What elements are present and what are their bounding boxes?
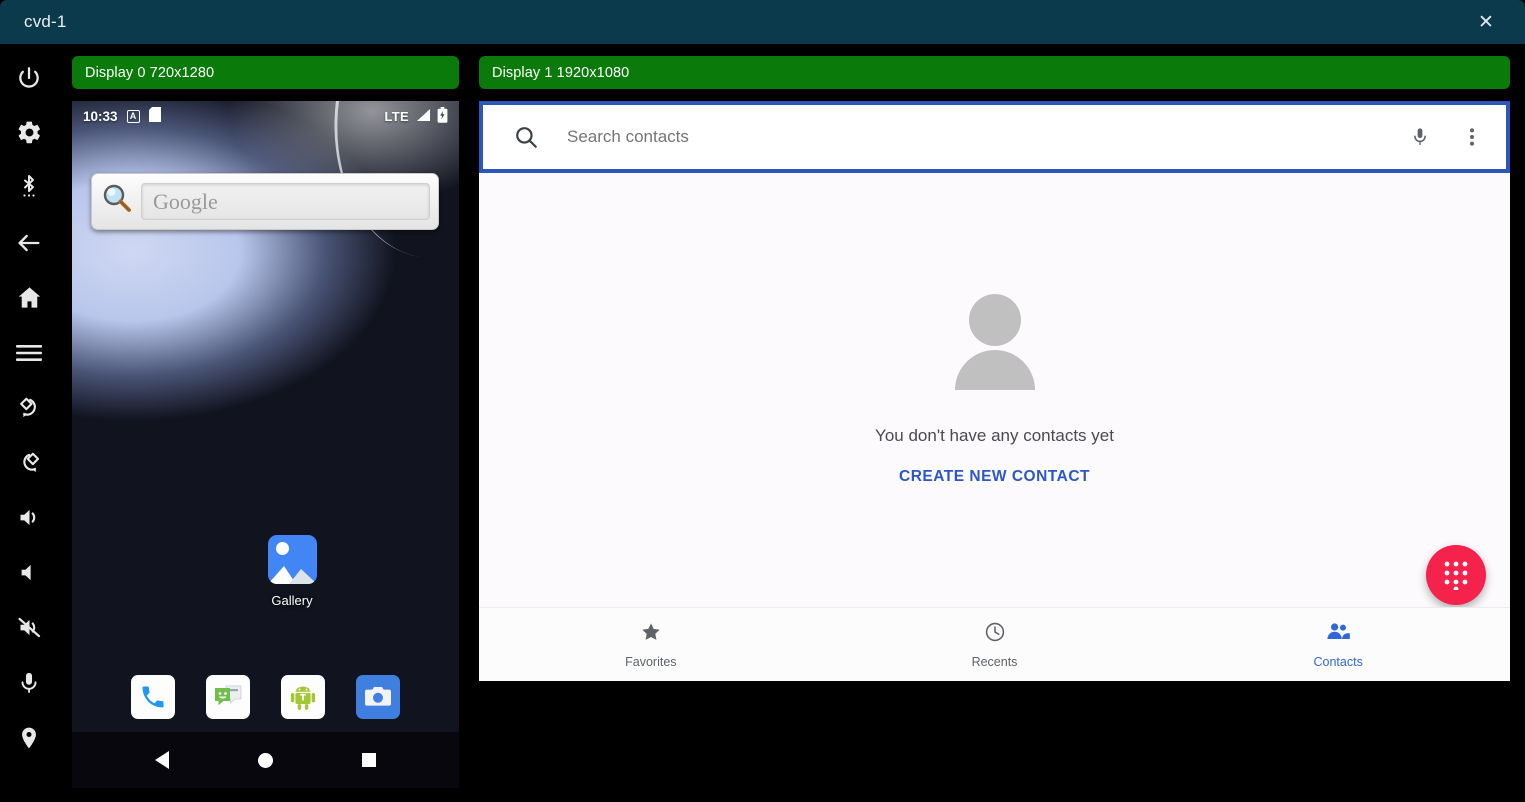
home-icon[interactable] (0, 270, 58, 325)
tab-recents-label: Recents (972, 655, 1018, 669)
bluetooth-icon[interactable] (0, 160, 58, 215)
clock-icon (984, 621, 1006, 648)
empty-state: You don't have any contacts yet CREATE N… (479, 173, 1510, 607)
tab-recents[interactable]: Recents (823, 621, 1167, 669)
avatar-placeholder-icon (949, 294, 1041, 390)
gear-icon[interactable] (0, 105, 58, 160)
dialpad-icon (1443, 560, 1469, 590)
sdcard-icon (149, 107, 161, 125)
empty-state-message: You don't have any contacts yet (875, 426, 1114, 446)
bottom-navigation: Favorites Recents Contacts (479, 607, 1510, 681)
gallery-icon (268, 535, 317, 584)
alarm-badge-icon: A (127, 110, 140, 123)
power-icon[interactable] (0, 50, 58, 105)
volume-down-icon[interactable] (0, 545, 58, 600)
nav-recents-icon[interactable] (362, 753, 376, 767)
volume-up-icon[interactable] (0, 490, 58, 545)
location-pin-icon[interactable] (0, 710, 58, 765)
display-1-header: Display 1 1920x1080 (479, 56, 1510, 89)
signal-bars-icon (415, 108, 431, 125)
display-1-label: Display 1 1920x1080 (492, 65, 629, 81)
rotate-left-icon[interactable] (0, 380, 58, 435)
phone-app-icon[interactable] (131, 675, 175, 719)
search-icon (513, 124, 539, 150)
volume-mute-icon[interactable] (0, 600, 58, 655)
magnifier-icon (100, 182, 134, 221)
window-title: cvd-1 (24, 12, 67, 32)
search-bar-focus-ring (479, 101, 1510, 173)
window-titlebar: cvd-1 ✕ (0, 0, 1525, 44)
display-0-label: Display 0 720x1280 (85, 65, 214, 81)
microphone-icon[interactable] (0, 655, 58, 710)
tab-contacts-label: Contacts (1314, 655, 1363, 669)
create-new-contact-link[interactable]: CREATE NEW CONTACT (899, 468, 1090, 486)
android-dock (72, 662, 459, 732)
tab-contacts[interactable]: Contacts (1166, 621, 1510, 669)
display-0-header: Display 0 720x1280 (72, 56, 459, 89)
google-search-input[interactable]: Google (141, 183, 430, 220)
device-control-sidebar (0, 44, 58, 802)
search-bar[interactable] (483, 105, 1506, 169)
menu-icon[interactable] (0, 325, 58, 380)
more-vert-icon[interactable] (1460, 125, 1484, 149)
nav-back-icon[interactable] (155, 751, 169, 769)
android-status-bar: 10:33 A LTE (72, 101, 459, 131)
app-label-gallery: Gallery (250, 593, 334, 608)
close-icon[interactable]: ✕ (1473, 9, 1499, 35)
search-input[interactable] (567, 127, 1408, 147)
network-type-label: LTE (385, 109, 410, 124)
android-app-icon[interactable] (281, 675, 325, 719)
app-icon-gallery[interactable]: Gallery (250, 535, 334, 608)
tab-favorites[interactable]: Favorites (479, 621, 823, 669)
google-search-widget[interactable]: Google (91, 173, 439, 230)
display-1-screen[interactable]: You don't have any contacts yet CREATE N… (479, 101, 1510, 681)
dialpad-fab-button[interactable] (1426, 545, 1486, 605)
display-0-screen[interactable]: 10:33 A LTE (72, 101, 459, 788)
microphone-icon[interactable] (1408, 125, 1432, 149)
star-icon (640, 621, 662, 648)
people-icon (1326, 621, 1350, 648)
camera-app-icon[interactable] (356, 675, 400, 719)
status-clock: 10:33 (83, 109, 118, 124)
back-arrow-icon[interactable] (0, 215, 58, 270)
battery-charging-icon (437, 107, 448, 126)
android-navigation-bar (72, 732, 459, 788)
messaging-app-icon[interactable] (206, 675, 250, 719)
tab-favorites-label: Favorites (625, 655, 676, 669)
nav-home-icon[interactable] (258, 753, 273, 768)
rotate-right-icon[interactable] (0, 435, 58, 490)
google-search-placeholder: Google (153, 189, 218, 215)
